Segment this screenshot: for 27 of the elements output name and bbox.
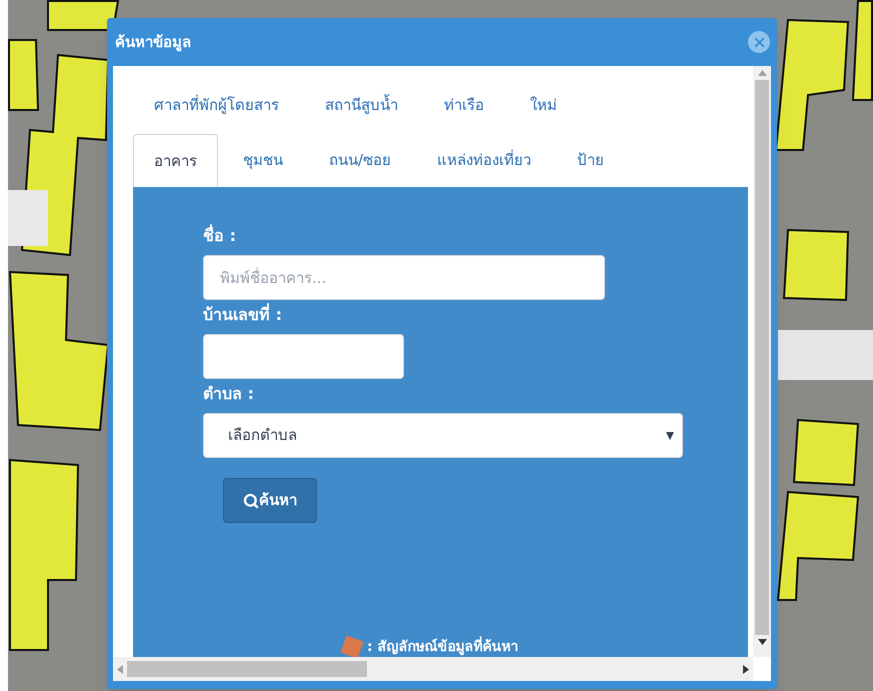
tab[interactable]: ใหม่ [509, 79, 578, 132]
horizontal-scrollbar[interactable] [113, 657, 753, 681]
right-arrow-icon[interactable] [743, 664, 749, 674]
left-arrow-icon[interactable] [117, 664, 123, 674]
close-button[interactable] [748, 31, 770, 53]
dialog-title: ค้นหาข้อมูล [115, 32, 191, 54]
tab[interactable]: อาคาร [133, 134, 218, 187]
tab[interactable]: แหล่งท่องเที่ยว [416, 134, 552, 187]
field-label: ชื่อ : [203, 223, 237, 247]
up-arrow-icon[interactable] [758, 70, 766, 76]
search-button[interactable]: ค้นหา [223, 478, 317, 523]
vertical-scrollbar[interactable] [753, 66, 771, 657]
field-label: บ้านเลขที่ : [203, 302, 283, 326]
input-field[interactable] [203, 334, 404, 379]
tab[interactable]: ชุมชน [222, 134, 304, 187]
tab[interactable]: ป้าย [556, 134, 626, 187]
tab[interactable]: ท่าเรือ [423, 79, 505, 132]
input-field[interactable]: พิมพ์ชื่ออาคาร... [203, 255, 605, 300]
field-label: ตำบล : [203, 383, 255, 405]
caret-icon [666, 432, 674, 440]
tab[interactable]: ศาลาที่พักผู้โดยสาร [133, 79, 300, 132]
search-icon [243, 492, 259, 508]
down-arrow-icon[interactable] [758, 639, 766, 645]
legend-text: : สัญลักษณ์ข้อมูลที่ค้นหา [367, 637, 518, 657]
tab[interactable]: ถนน/ซอย [308, 134, 412, 187]
dropdown-field[interactable]: เลือกตำบล [203, 413, 683, 458]
tab[interactable]: สถานีสูบน้ำ [304, 79, 419, 132]
